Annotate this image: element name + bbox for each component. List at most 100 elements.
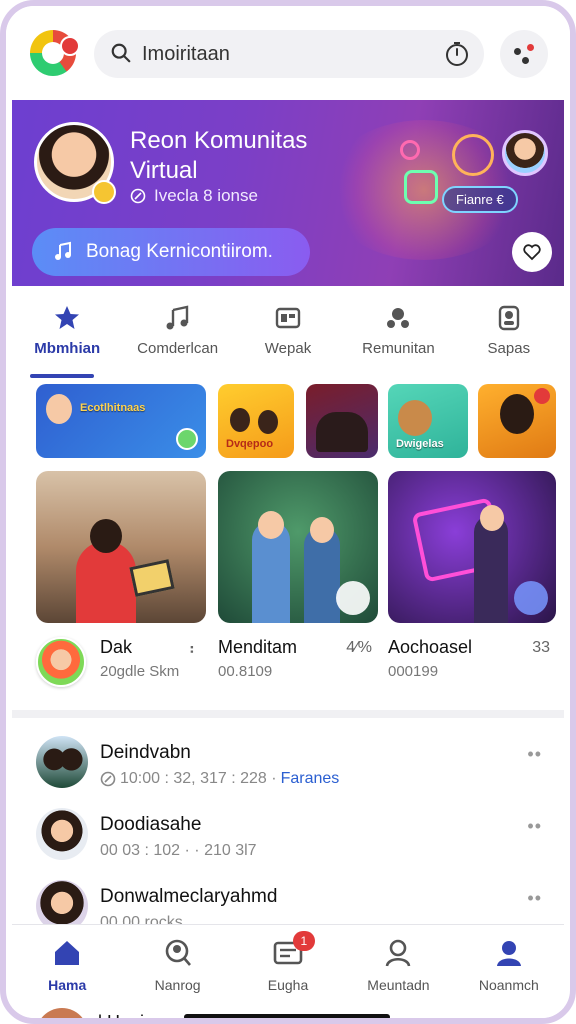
- join-community-label: Bonag Kernicontiirom.: [86, 241, 273, 262]
- tab-label: Wepak: [264, 340, 312, 357]
- nav-label: Hama: [48, 977, 87, 993]
- home-icon: [55, 941, 80, 965]
- star-icon: [55, 306, 80, 329]
- avatar: [36, 736, 88, 788]
- tab-label: Comderlcan: [137, 340, 219, 357]
- play-icon[interactable]: [514, 581, 548, 615]
- search-person-icon: [165, 939, 191, 966]
- hero-meta: Ivecla 8 ionse: [130, 186, 258, 206]
- card-stat: 33: [532, 639, 550, 656]
- favorite-button[interactable]: [512, 232, 552, 272]
- tab-label: Remunitan: [362, 340, 435, 357]
- list-link[interactable]: Faranes: [281, 770, 340, 788]
- hero-tag[interactable]: Fianre €: [442, 186, 518, 213]
- nav-community[interactable]: Meuntadn: [343, 925, 453, 1018]
- avatar: [36, 808, 88, 860]
- story-item[interactable]: [478, 384, 556, 458]
- active-tab-indicator: [30, 374, 94, 378]
- menu-dot: [514, 48, 521, 55]
- story-row: Ecotlhitnaas Dvqepoo Dwigelas: [36, 384, 556, 458]
- menu-dot: [522, 57, 529, 64]
- menu-dot: [527, 44, 534, 51]
- group-icon: [387, 308, 410, 328]
- tab-mbmhian[interactable]: Mbmhian: [12, 298, 122, 378]
- card-title: Aochoasel: [388, 637, 473, 657]
- story-item[interactable]: [306, 384, 378, 458]
- story-item[interactable]: Dwigelas: [388, 384, 468, 458]
- shield-icon[interactable]: [336, 581, 370, 615]
- friend-avatar[interactable]: [502, 130, 548, 176]
- gallery-icon: [275, 307, 301, 329]
- hero-meta-text: Ivecla 8 ionse: [154, 186, 258, 205]
- hero-decoration: [400, 140, 420, 160]
- nav-profile[interactable]: Noanmch: [454, 925, 564, 1018]
- list-item[interactable]: Deindvabn 10:00 : 32, 317 : 228 · Farane…: [12, 726, 564, 796]
- list-subtitle-text: 10:00 : 32, 317 : 228 ·: [120, 770, 277, 787]
- feature-card[interactable]: Aochoasel 000199 33: [388, 471, 556, 680]
- story-item[interactable]: Dvqepoo: [218, 384, 294, 458]
- story-item[interactable]: Ecotlhitnaas: [36, 384, 206, 458]
- more-options-icon[interactable]: ••: [527, 816, 542, 837]
- search-icon: [111, 43, 131, 63]
- music-note-icon: [55, 241, 71, 260]
- notification-dot: [60, 36, 80, 56]
- nav-label: Noanmch: [478, 977, 539, 993]
- join-community-button[interactable]: Bonag Kernicontiirom.: [32, 228, 310, 276]
- card-title: Dak: [100, 637, 133, 657]
- more-options-icon[interactable]: ••: [527, 744, 542, 765]
- peek-text: l Hunie...: [98, 1012, 170, 1024]
- home-indicator[interactable]: [184, 1014, 390, 1018]
- feature-cards: Dak 20gdle Skm ⠆ Menditam 00.8109 4⁄% Ao…: [36, 471, 556, 701]
- card-image: [388, 471, 556, 623]
- top-bar: [6, 6, 570, 100]
- card-subtitle: 00.8109: [218, 663, 273, 680]
- card-avatar: [36, 637, 86, 687]
- list-subtitle: 00 03 : 102 · · 210 3l7: [100, 842, 257, 860]
- feature-card[interactable]: Dak 20gdle Skm ⠆: [36, 471, 206, 687]
- feature-card[interactable]: Menditam 00.8109 4⁄%: [218, 471, 378, 680]
- timer-icon[interactable]: [444, 41, 470, 67]
- hero-decoration: [404, 170, 438, 204]
- tab-wepak[interactable]: Wepak: [233, 298, 343, 378]
- card-subtitle: 000199: [388, 663, 439, 680]
- card-subtitle: 20gdle Skm: [100, 663, 180, 680]
- nav-messages[interactable]: 1 Eugha: [233, 925, 343, 1018]
- section-divider: [12, 710, 564, 718]
- more-options-icon[interactable]: ••: [527, 888, 542, 909]
- clock-icon: [130, 188, 146, 204]
- tab-comderlcan[interactable]: Comderlcan: [122, 298, 232, 378]
- nav-label: Nanrog: [154, 977, 201, 993]
- music-icon: [166, 305, 188, 330]
- bottom-navigation: Hama Nanrog 1 Eugha Meuntadn Noanmch: [12, 924, 564, 1018]
- list-item[interactable]: Doodiasahe 00 03 : 102 · · 210 3l7 ••: [12, 798, 564, 868]
- list-subtitle: 10:00 : 32, 317 : 228 · Faranes: [100, 770, 339, 788]
- search-bar[interactable]: [94, 30, 484, 78]
- search-input[interactable]: [142, 42, 422, 66]
- heart-icon: [523, 244, 541, 261]
- nav-search[interactable]: Nanrog: [122, 925, 232, 1018]
- nav-label: Meuntadn: [367, 977, 430, 993]
- card-stat: 4⁄%: [346, 639, 372, 656]
- story-caption: Dvqepoo: [226, 438, 274, 450]
- tab-label: Sapas: [487, 340, 531, 357]
- hero-title: Reon Komunitas Virtual: [130, 127, 308, 184]
- category-tabs: Mbmhian Comderlcan Wepak Remunitan Sapas: [12, 298, 564, 378]
- tab-remunitan[interactable]: Remunitan: [343, 298, 453, 378]
- more-menu-button[interactable]: [500, 30, 548, 78]
- tab-sapas[interactable]: Sapas: [454, 298, 564, 378]
- list-title: Deindvabn: [100, 742, 191, 763]
- card-image: [218, 471, 378, 623]
- hero-decoration: [452, 134, 494, 176]
- hero-banner[interactable]: Reon Komunitas Virtual Ivecla 8 ionse Bo…: [12, 100, 564, 286]
- list-title: Doodiasahe: [100, 814, 202, 835]
- list-subtitle-text: 00 03 : 102 · · 210 3l7: [100, 842, 257, 859]
- message-count-badge: 1: [292, 931, 315, 951]
- clock-icon: [100, 771, 116, 787]
- card-image: [36, 471, 206, 623]
- nav-home[interactable]: Hama: [12, 925, 122, 1018]
- list-title: Donwalmeclaryahmd: [100, 886, 278, 907]
- nav-label: Eugha: [267, 977, 309, 993]
- verified-badge: [92, 180, 116, 204]
- card-title: Menditam: [218, 637, 298, 657]
- phone-frame: Reon Komunitas Virtual Ivecla 8 ionse Bo…: [0, 0, 576, 1024]
